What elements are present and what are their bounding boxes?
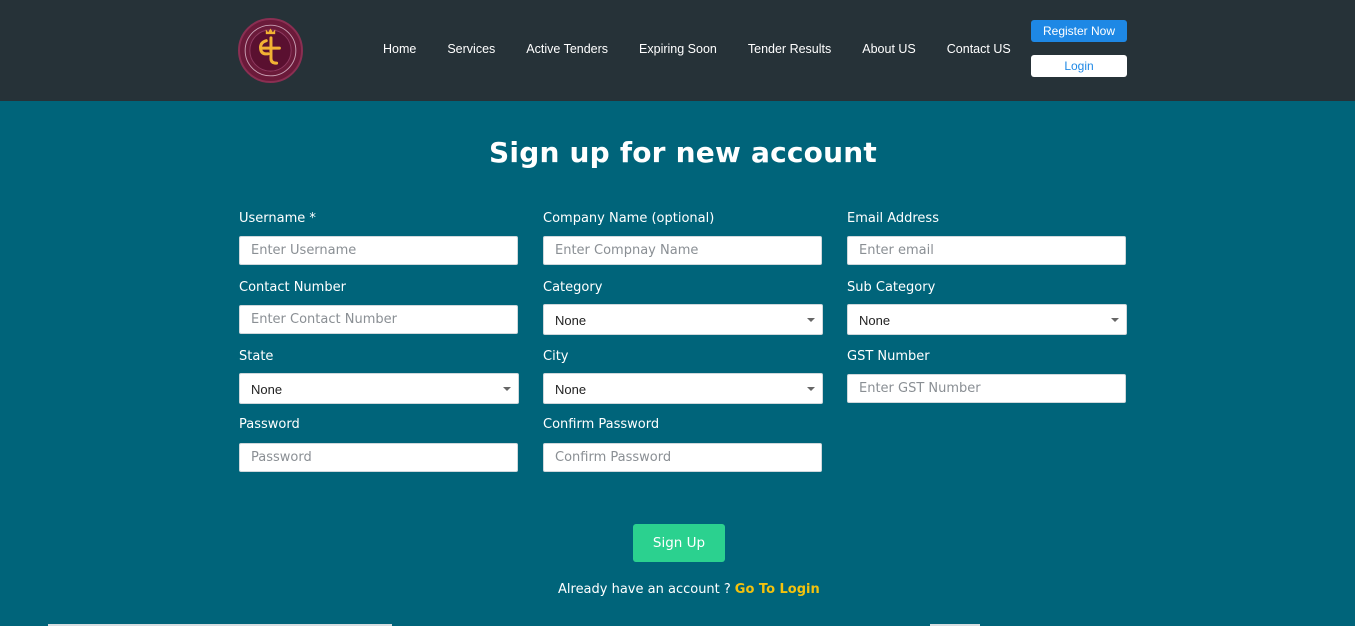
category-label: Category [543,280,603,295]
contact-number-label: Contact Number [239,280,346,295]
tender-logo-icon[interactable] [238,18,303,83]
nav-services[interactable]: Services [447,42,495,56]
gst-number-label: GST Number [847,349,930,364]
login-prompt: Already have an account ? Go To Login [558,582,820,597]
go-to-login-link[interactable]: Go To Login [735,582,820,597]
confirm-password-label: Confirm Password [543,417,660,432]
city-select-value: None [555,382,587,397]
sub-category-select-value: None [859,313,891,328]
category-select-value: None [555,313,587,328]
chevron-down-icon [807,387,815,391]
city-select[interactable]: None [543,373,823,404]
nav-contact-us[interactable]: Contact US [947,42,1011,56]
chevron-down-icon [1111,318,1119,322]
contact-number-input[interactable] [239,305,518,334]
confirm-password-input[interactable] [543,443,822,472]
sub-category-label: Sub Category [847,280,936,295]
page-title: Sign up for new account [489,136,877,169]
email-input[interactable] [847,236,1126,265]
password-label: Password [239,417,300,432]
state-label: State [239,349,274,364]
username-label: Username * [239,211,316,226]
register-now-button[interactable]: Register Now [1031,20,1127,42]
top-navbar: Home Services Active Tenders Expiring So… [0,0,1355,101]
login-button[interactable]: Login [1031,55,1127,77]
chevron-down-icon [807,318,815,322]
company-name-input[interactable] [543,236,822,265]
state-select[interactable]: None [239,373,519,404]
city-label: City [543,349,569,364]
username-input[interactable] [239,236,518,265]
nav-tender-results[interactable]: Tender Results [748,42,831,56]
company-name-label: Company Name (optional) [543,211,715,226]
password-input[interactable] [239,443,518,472]
nav-active-tenders[interactable]: Active Tenders [526,42,608,56]
chevron-down-icon [503,387,511,391]
nav-expiring-soon[interactable]: Expiring Soon [639,42,717,56]
main-nav: Home Services Active Tenders Expiring So… [383,42,1011,56]
gst-number-input[interactable] [847,374,1126,403]
nav-about-us[interactable]: About US [862,42,916,56]
category-select[interactable]: None [543,304,823,335]
sub-category-select[interactable]: None [847,304,1127,335]
login-prompt-text: Already have an account ? [558,582,731,597]
sign-up-button[interactable]: Sign Up [633,524,725,562]
state-select-value: None [251,382,283,397]
nav-home[interactable]: Home [383,42,416,56]
email-label: Email Address [847,211,939,226]
